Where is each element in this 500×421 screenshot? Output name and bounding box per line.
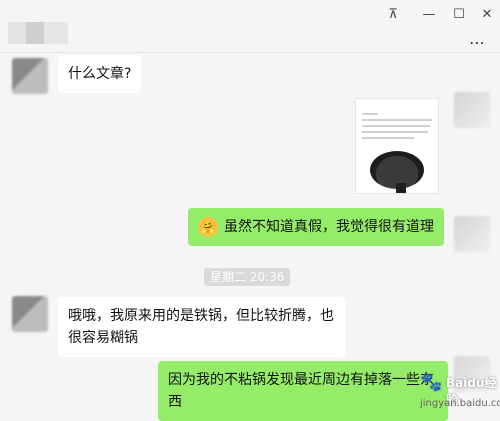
contact-avatar[interactable] (12, 58, 48, 94)
self-avatar[interactable] (454, 92, 490, 128)
baidu-watermark: 🐾 Baidu经验 jingyan.baidu.com (420, 370, 500, 420)
contact-name-blurred (8, 22, 68, 44)
title-bar: ⊼ — ☐ ✕ ⋯ (0, 0, 500, 52)
message-text: 什么文章? (68, 66, 132, 82)
watermark-site: jingyan.baidu.com (420, 398, 500, 409)
message-bubble: 什么文章? (58, 55, 142, 93)
message-bubble: 哦哦，我原来用的是铁锅，但比较折腾，也很容易糊锅 (58, 297, 346, 357)
message-bubble: 因为我的不粘锅发现最近周边有掉落一些东西 (158, 361, 448, 421)
shared-article-image[interactable] (355, 98, 439, 194)
message-text: 虽然不知道真假，我觉得很有道理 (224, 219, 434, 235)
message-bubble: 🤗 虽然不知道真假，我觉得很有道理 (188, 208, 444, 246)
contact-avatar[interactable] (12, 296, 48, 332)
pin-button[interactable]: ⊼ (382, 6, 404, 24)
message-text: 因为我的不粘锅发现最近周边有掉落一些东西 (168, 372, 434, 410)
paw-icon: 🐾 (420, 372, 443, 393)
pan-handle (396, 183, 406, 193)
self-avatar[interactable] (454, 216, 490, 252)
header-divider (0, 52, 500, 53)
timestamp: 星期二 20:36 (204, 268, 291, 286)
hug-emoji-icon: 🤗 (198, 217, 218, 237)
minimize-button[interactable]: — (418, 6, 440, 24)
message-text: 哦哦，我原来用的是铁锅，但比较折腾，也很容易糊锅 (68, 308, 334, 346)
close-button[interactable]: ✕ (476, 6, 498, 24)
maximize-button[interactable]: ☐ (448, 6, 470, 24)
more-options-icon[interactable]: ⋯ (469, 33, 486, 52)
